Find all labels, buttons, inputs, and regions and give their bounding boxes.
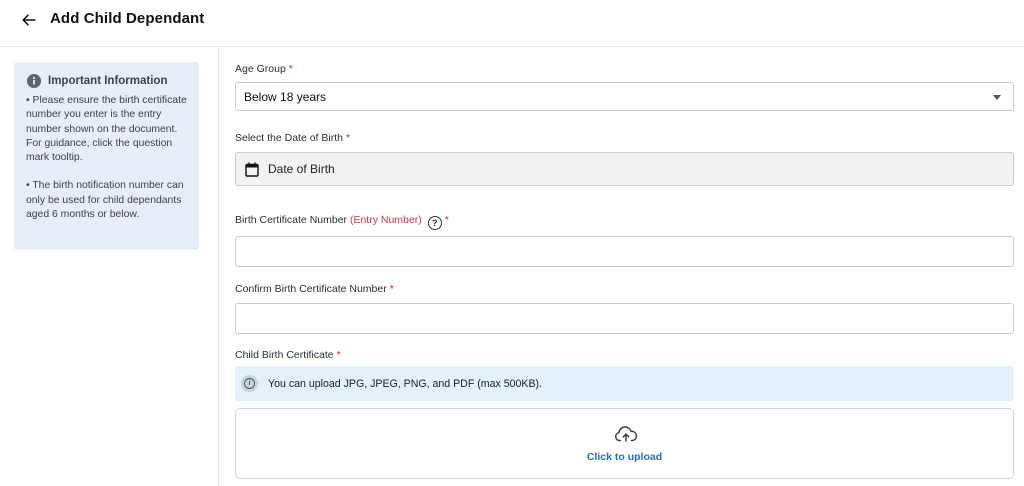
info-icon: i — [241, 375, 258, 392]
caret-down-icon — [993, 95, 1001, 100]
arrow-left-icon — [22, 14, 36, 26]
cert-upload-label-text: Child Birth Certificate — [235, 349, 334, 361]
info-card-body: • Please ensure the birth certificate nu… — [26, 94, 187, 222]
cloud-upload-icon — [615, 426, 638, 442]
info-card-header: Important Information — [27, 74, 187, 88]
dob-label-text: Select the Date of Birth — [235, 132, 343, 144]
required-marker: * — [389, 283, 394, 295]
age-group-label-text: Age Group — [235, 63, 286, 75]
info-card-title: Important Information — [48, 75, 168, 87]
info-bullet-2: • The birth notification number can only… — [26, 180, 184, 221]
important-info-card: Important Information • Please ensure th… — [14, 62, 199, 250]
date-of-birth-field[interactable]: Date of Birth — [235, 152, 1014, 186]
required-marker: * — [444, 214, 449, 226]
page-title: Add Child Dependant — [50, 10, 205, 27]
required-marker: * — [288, 63, 293, 75]
entry-number-note: (Entry Number) — [349, 214, 422, 226]
upload-note-text: You can upload JPG, JPEG, PNG, and PDF (… — [268, 377, 542, 390]
confirm-cert-label: Confirm Birth Certificate Number * — [235, 283, 394, 295]
required-marker: * — [336, 349, 341, 361]
age-group-value: Below 18 years — [244, 89, 327, 104]
birth-cert-label: Birth Certificate Number (Entry Number)?… — [235, 214, 449, 230]
cert-upload-label: Child Birth Certificate * — [235, 349, 341, 361]
dob-label: Select the Date of Birth * — [235, 132, 350, 144]
age-group-label: Age Group * — [235, 63, 293, 75]
confirm-birth-cert-input[interactable] — [235, 303, 1014, 334]
upload-format-note: i You can upload JPG, JPEG, PNG, and PDF… — [235, 366, 1014, 401]
required-marker: * — [345, 132, 351, 144]
info-bullet-1: • Please ensure the birth certificate nu… — [26, 95, 187, 164]
sidebar-divider — [218, 48, 219, 486]
age-group-select[interactable]: Below 18 years — [235, 82, 1014, 111]
birth-cert-label-text: Birth Certificate Number — [235, 214, 348, 226]
birth-cert-number-input[interactable] — [235, 236, 1014, 267]
question-circle-icon[interactable]: ? — [427, 216, 442, 230]
click-to-upload-link[interactable]: Click to upload — [236, 451, 1013, 463]
dob-placeholder: Date of Birth — [268, 162, 335, 176]
info-circle-icon — [27, 74, 41, 88]
info-icon-glyph: i — [244, 378, 255, 389]
upload-dropzone[interactable]: Click to upload — [235, 408, 1014, 479]
calendar-icon — [245, 162, 259, 177]
confirm-cert-label-text: Confirm Birth Certificate Number — [235, 283, 387, 295]
back-button[interactable] — [18, 9, 40, 31]
page-header: Add Child Dependant — [0, 0, 1024, 47]
